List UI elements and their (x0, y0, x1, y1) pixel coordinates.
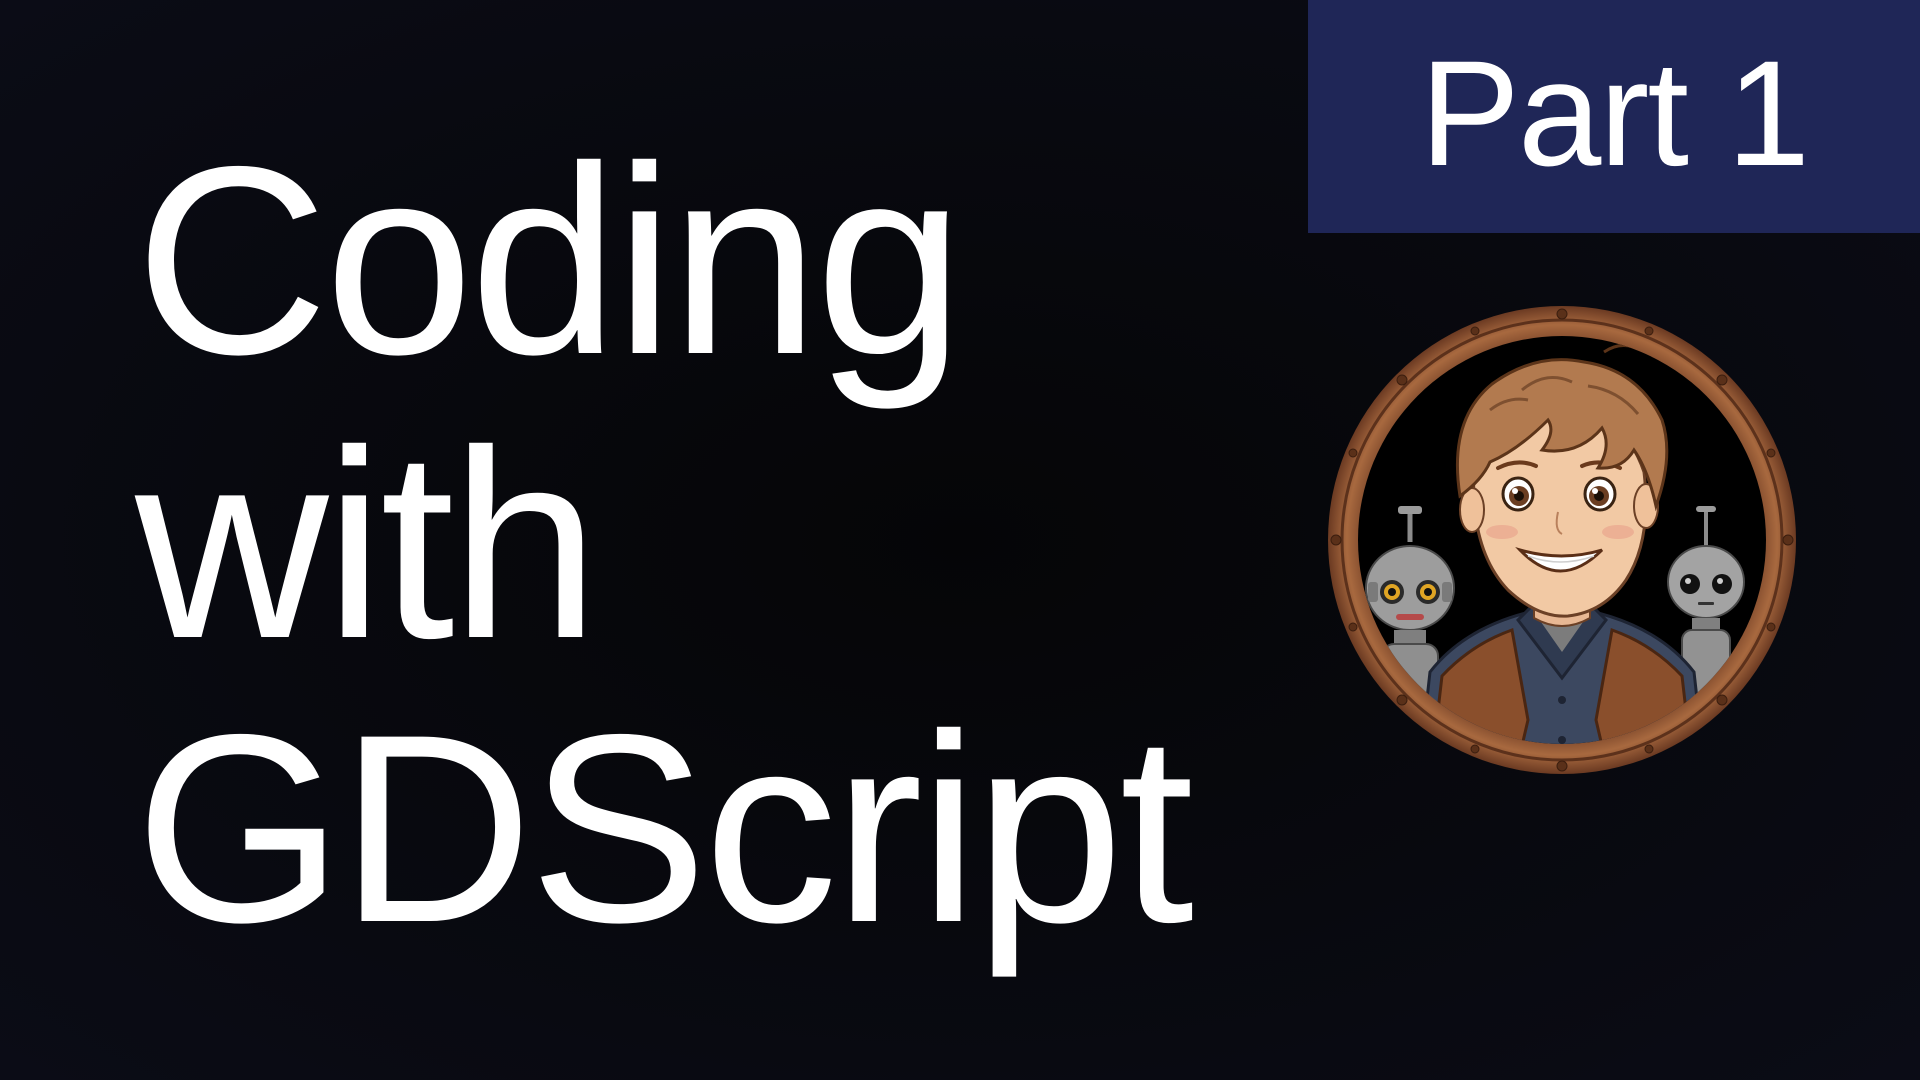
part-label: Part 1 (1419, 28, 1810, 197)
title-line-2: with (135, 394, 600, 694)
part-badge: Part 1 (1308, 0, 1920, 233)
avatar (1322, 300, 1802, 780)
avatar-illustration-icon (1328, 306, 1796, 774)
page-title: Coding with GDScript (135, 110, 1194, 978)
title-line-1: Coding (135, 110, 964, 410)
title-line-3: GDScript (135, 678, 1194, 978)
